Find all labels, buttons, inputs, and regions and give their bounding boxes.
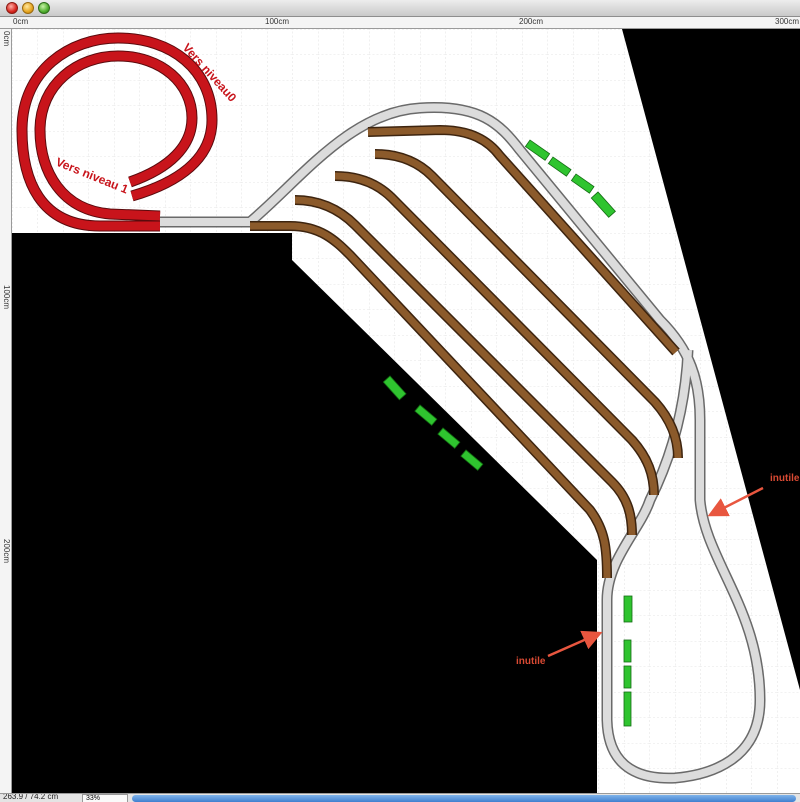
vertical-ruler: 0cm 100cm 200cm xyxy=(0,29,12,793)
horizontal-scrollbar[interactable] xyxy=(132,795,796,802)
ruler-label-v200: 200cm xyxy=(2,539,11,564)
ruler-label-0: 0cm xyxy=(13,17,29,26)
ruler-label-300: 300cm xyxy=(775,17,800,26)
note-inutile-right: inutile xyxy=(770,473,800,484)
status-bar: 263.9 / 74.2 cm 33% xyxy=(0,793,800,802)
horizontal-ruler: 0cm 100cm 200cm 300cm xyxy=(0,17,800,29)
ruler-label-100: 100cm xyxy=(265,17,290,26)
zoom-window-button[interactable] xyxy=(38,2,50,14)
layout-canvas[interactable]: Vers niveau0 Vers niveau 1 inutile inuti… xyxy=(12,29,800,793)
rolling-stock-right xyxy=(623,595,633,727)
ruler-label-v100: 100cm xyxy=(2,285,11,310)
zoom-select[interactable]: 33% xyxy=(82,794,128,802)
note-inutile-left: inutile xyxy=(516,656,546,667)
close-window-button[interactable] xyxy=(6,2,18,14)
ruler-label-v0: 0cm xyxy=(2,31,11,47)
window-titlebar xyxy=(0,0,800,17)
cursor-coordinates: 263.9 / 74.2 cm xyxy=(3,793,59,801)
ruler-label-200: 200cm xyxy=(519,17,544,26)
minimize-window-button[interactable] xyxy=(22,2,34,14)
